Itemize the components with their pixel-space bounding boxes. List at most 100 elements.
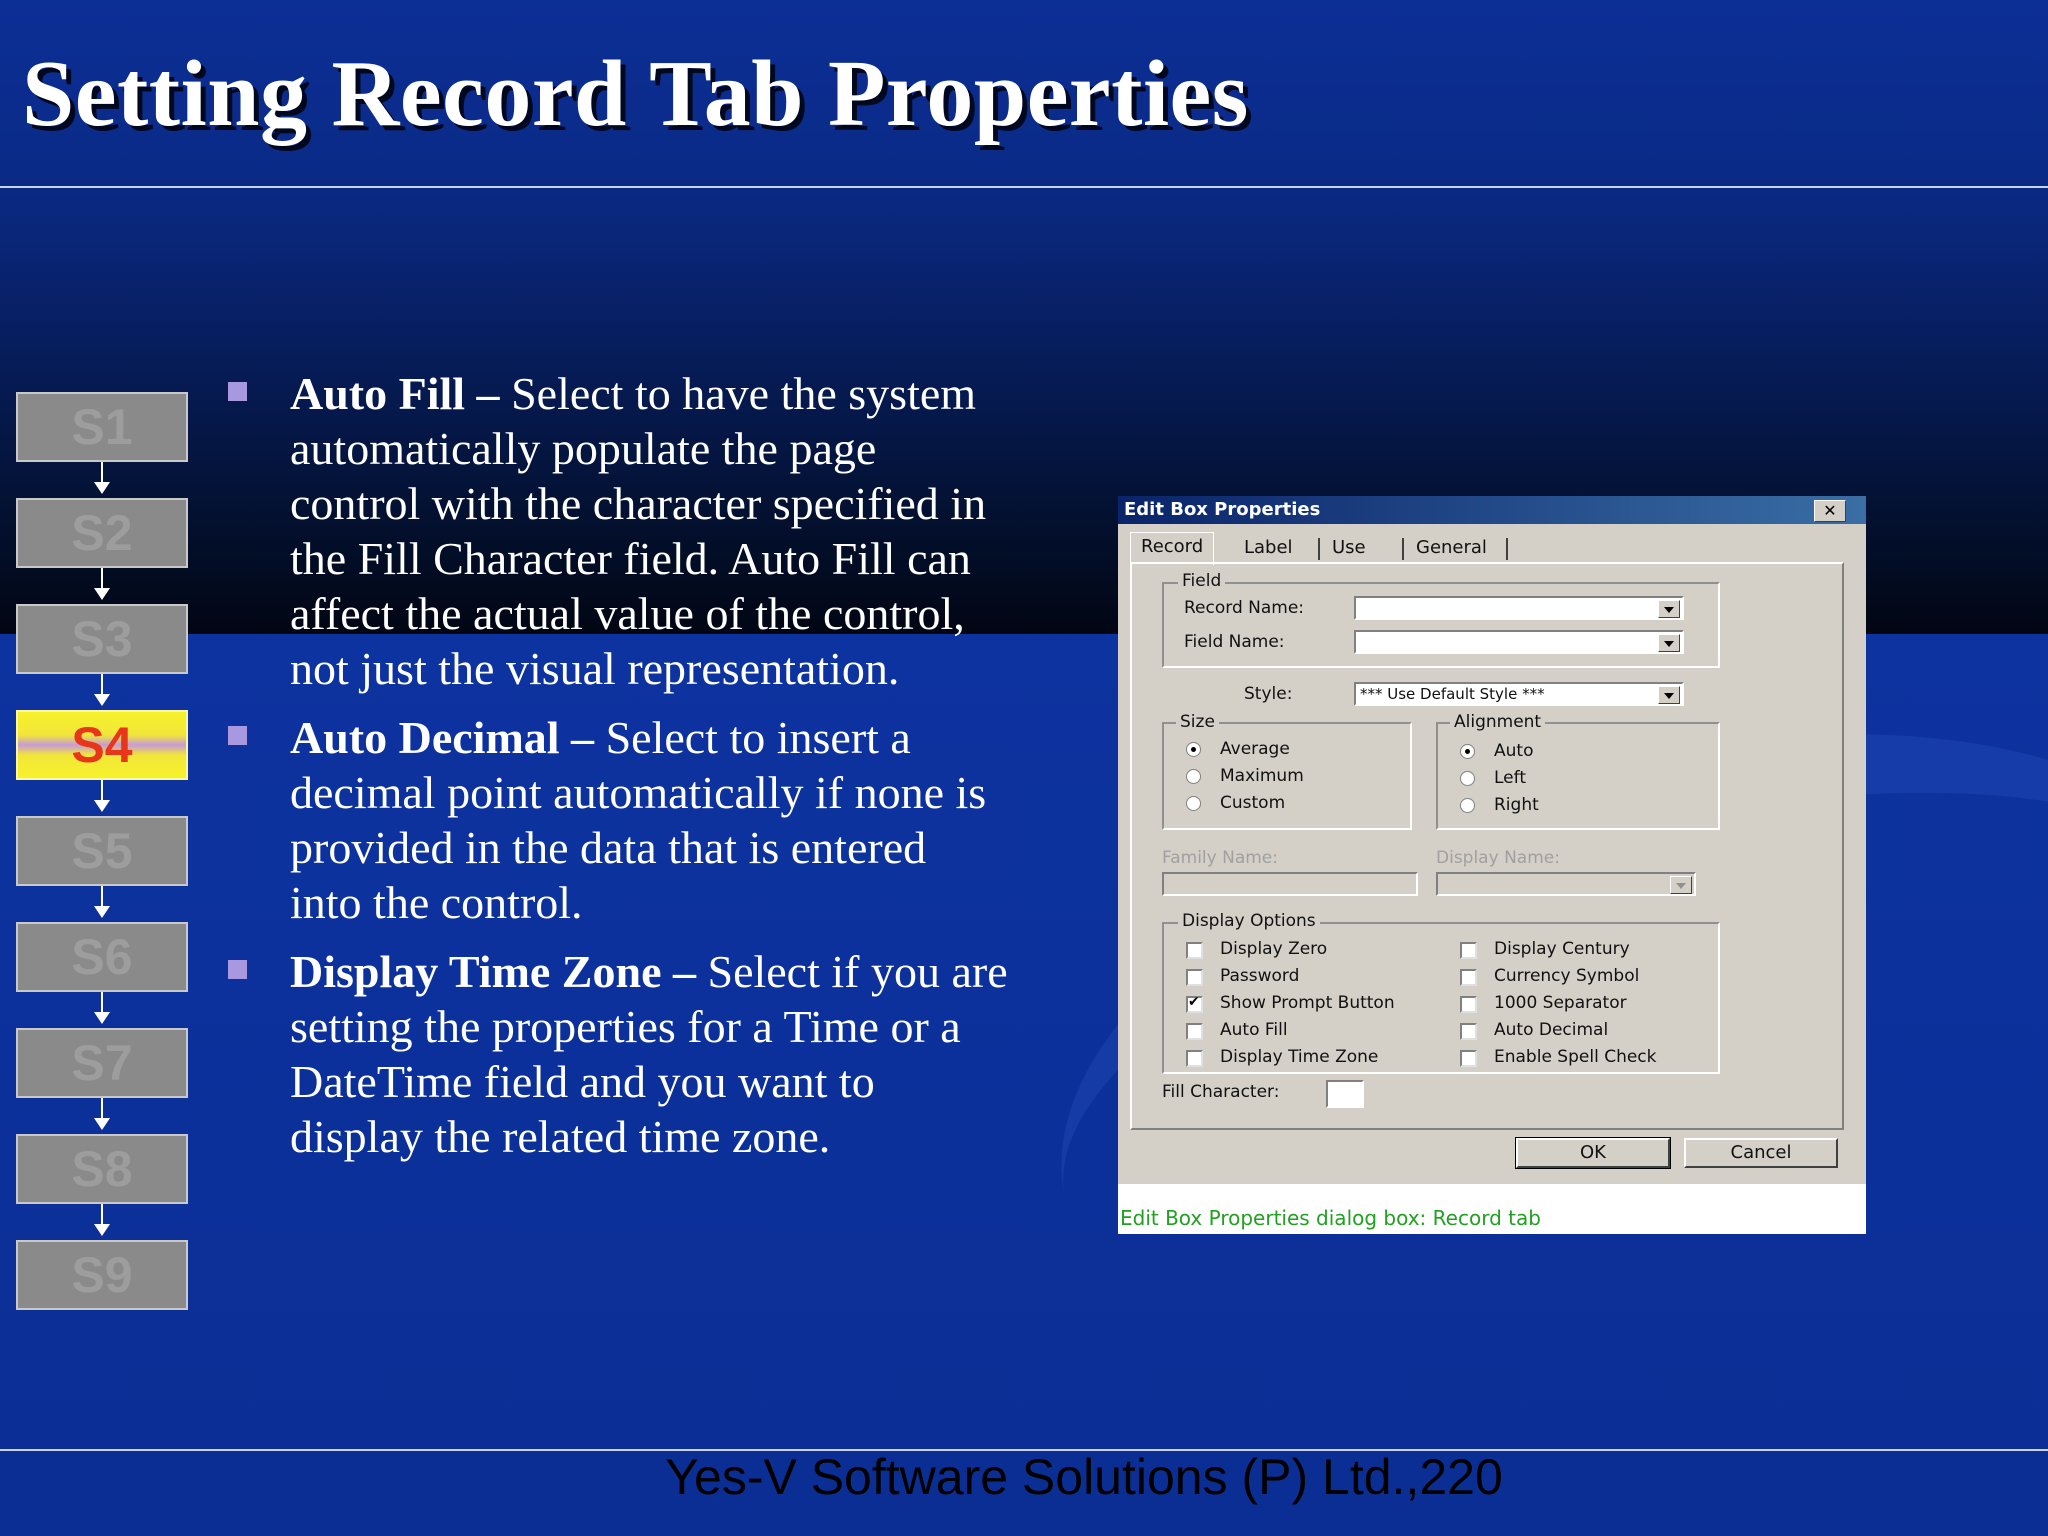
display-century-label: Display Century <box>1494 939 1630 959</box>
slide-title: Setting Record Tab Properties <box>22 42 1249 146</box>
close-button[interactable]: ✕ <box>1814 500 1846 522</box>
step-s7[interactable]: S7 <box>16 1028 188 1130</box>
size-group-label: Size <box>1176 712 1219 732</box>
tab-separator <box>1318 538 1320 560</box>
currency-symbol-label: Currency Symbol <box>1494 966 1640 986</box>
bullet-auto-decimal: Auto Decimal – Select to insert a decima… <box>228 710 1008 930</box>
display-name-select <box>1436 872 1696 896</box>
step-arrow <box>94 674 110 706</box>
step-label: S6 <box>71 929 133 985</box>
password-label: Password <box>1220 966 1300 986</box>
auto-decimal-label: Auto Decimal <box>1494 1020 1609 1040</box>
step-s9[interactable]: S9 <box>16 1240 188 1310</box>
size-custom-label: Custom <box>1220 793 1286 813</box>
style-select[interactable]: *** Use Default Style *** <box>1354 682 1684 706</box>
cancel-button[interactable]: Cancel <box>1684 1138 1838 1168</box>
tab-use[interactable]: Use <box>1322 534 1376 562</box>
alignment-left-radio[interactable] <box>1460 771 1475 786</box>
step-arrow <box>94 992 110 1024</box>
fill-character-label: Fill Character: <box>1162 1082 1280 1102</box>
step-s6[interactable]: S6 <box>16 922 188 1024</box>
step-label: S2 <box>71 505 133 561</box>
step-arrow <box>94 886 110 918</box>
tab-label[interactable]: Label <box>1234 534 1303 562</box>
size-maximum-radio[interactable] <box>1186 769 1201 784</box>
display-time-zone-label: Display Time Zone <box>1220 1047 1379 1067</box>
step-s4-active[interactable]: S4 <box>16 710 188 812</box>
tab-record[interactable]: Record <box>1130 532 1215 565</box>
dialog-caption: Edit Box Properties dialog box: Record t… <box>1120 1206 1541 1230</box>
field-group <box>1162 582 1720 668</box>
tab-separator <box>1506 538 1508 560</box>
alignment-auto-radio[interactable] <box>1460 744 1475 759</box>
size-average-radio[interactable] <box>1186 742 1201 757</box>
show-prompt-button-checkbox[interactable] <box>1186 994 1203 1013</box>
title-divider <box>0 186 2048 188</box>
display-century-checkbox[interactable] <box>1460 942 1477 959</box>
bullet-auto-fill: Auto Fill – Select to have the system au… <box>228 366 1008 696</box>
step-arrow <box>94 1098 110 1130</box>
fill-character-input[interactable] <box>1326 1080 1364 1108</box>
bullet-term: Auto Decimal – <box>290 712 595 763</box>
auto-decimal-checkbox[interactable] <box>1460 1023 1477 1040</box>
step-arrow <box>94 462 110 494</box>
field-name-label: Field Name: <box>1184 632 1285 652</box>
alignment-group <box>1436 722 1720 830</box>
display-time-zone-checkbox[interactable] <box>1186 1050 1203 1067</box>
field-group-label: Field <box>1178 571 1226 591</box>
edit-box-properties-dialog: Edit Box Properties ✕ Record Label Use G… <box>1118 496 1866 1184</box>
chevron-down-icon[interactable] <box>1658 634 1680 652</box>
close-icon: ✕ <box>1823 501 1837 520</box>
dialog-titlebar: Edit Box Properties ✕ <box>1118 496 1866 524</box>
step-s2[interactable]: S2 <box>16 498 188 600</box>
step-label: S4 <box>71 717 133 773</box>
step-label: S5 <box>71 823 133 879</box>
bullet-list: Auto Fill – Select to have the system au… <box>228 366 1008 1178</box>
chevron-down-icon[interactable] <box>1658 686 1680 704</box>
dialog-title: Edit Box Properties <box>1124 499 1321 520</box>
alignment-group-label: Alignment <box>1450 712 1546 732</box>
alignment-right-radio[interactable] <box>1460 798 1475 813</box>
step-navigation: S1 S2 S3 S4 S5 S6 S7 S8 S9 <box>16 392 188 1346</box>
display-zero-checkbox[interactable] <box>1186 942 1203 959</box>
alignment-right-label: Right <box>1494 795 1539 815</box>
field-name-select[interactable] <box>1354 630 1684 654</box>
auto-fill-label: Auto Fill <box>1220 1020 1288 1040</box>
record-name-label: Record Name: <box>1184 598 1305 618</box>
step-s8[interactable]: S8 <box>16 1134 188 1236</box>
bullet-display-time-zone: Display Time Zone – Select if you are se… <box>228 944 1008 1164</box>
display-zero-label: Display Zero <box>1220 939 1328 959</box>
tab-general[interactable]: General <box>1406 534 1497 562</box>
dialog-screenshot: Edit Box Properties ✕ Record Label Use G… <box>1118 496 1866 1234</box>
step-s1[interactable]: S1 <box>16 392 188 494</box>
slide-footer: Yes-V Software Solutions (P) Ltd.,220 <box>665 1449 1503 1505</box>
bullet-term: Auto Fill – <box>290 368 500 419</box>
bullet-square-icon <box>228 960 247 979</box>
enable-spell-check-label: Enable Spell Check <box>1494 1047 1657 1067</box>
thousand-separator-label: 1000 Separator <box>1494 993 1627 1013</box>
style-value: *** Use Default Style *** <box>1360 685 1545 703</box>
step-s5[interactable]: S5 <box>16 816 188 918</box>
currency-symbol-checkbox[interactable] <box>1460 969 1477 986</box>
auto-fill-checkbox[interactable] <box>1186 1023 1203 1040</box>
display-name-label: Display Name: <box>1436 848 1560 868</box>
size-average-label: Average <box>1220 739 1290 759</box>
password-checkbox[interactable] <box>1186 969 1203 986</box>
step-arrow <box>94 568 110 600</box>
family-name-label: Family Name: <box>1162 848 1278 868</box>
step-s3[interactable]: S3 <box>16 604 188 706</box>
ok-button[interactable]: OK <box>1515 1137 1671 1169</box>
alignment-left-label: Left <box>1494 768 1526 788</box>
chevron-down-icon[interactable] <box>1658 600 1680 618</box>
style-label: Style: <box>1244 684 1293 704</box>
enable-spell-check-checkbox[interactable] <box>1460 1050 1477 1067</box>
record-name-select[interactable] <box>1354 596 1684 620</box>
chevron-down-icon <box>1670 876 1692 894</box>
bullet-term: Display Time Zone – <box>290 946 696 997</box>
bullet-square-icon <box>228 726 247 745</box>
step-label: S1 <box>71 399 133 455</box>
thousand-separator-checkbox[interactable] <box>1460 996 1477 1013</box>
step-arrow <box>94 1204 110 1236</box>
size-custom-radio[interactable] <box>1186 796 1201 811</box>
step-label: S7 <box>71 1035 133 1091</box>
